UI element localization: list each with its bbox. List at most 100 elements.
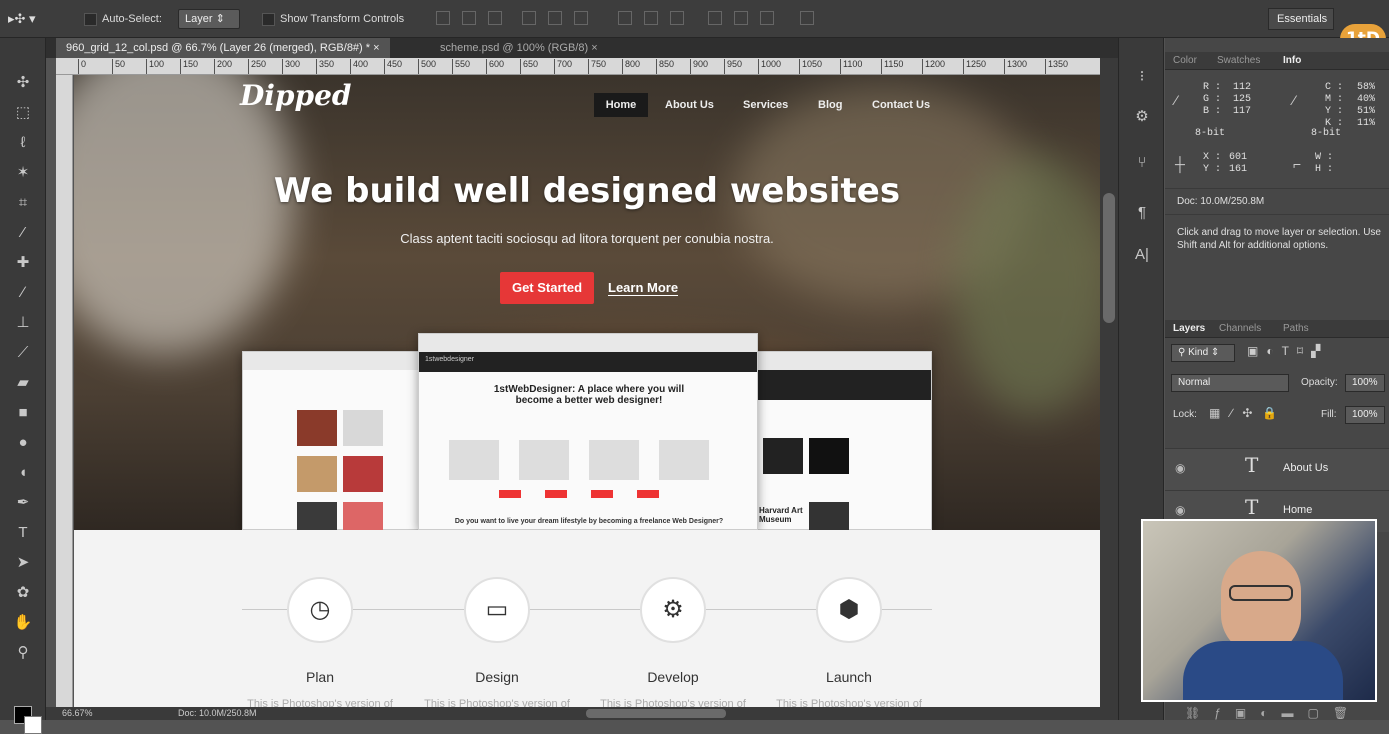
move-tool-preset-icon[interactable]: ▸✣ ▾ bbox=[8, 9, 36, 29]
history-brush-tool-icon[interactable]: ⟋ bbox=[0, 338, 46, 368]
brush-tool-icon[interactable]: ∕ bbox=[0, 278, 46, 308]
distribute-bottom-icon[interactable] bbox=[670, 11, 684, 25]
learn-more-link[interactable]: Learn More bbox=[608, 280, 679, 296]
tab-layers[interactable]: Layers bbox=[1173, 323, 1205, 334]
fill-field[interactable]: 100% bbox=[1345, 406, 1385, 424]
tab-color[interactable]: Color bbox=[1173, 55, 1197, 66]
ruler-mark: 550 bbox=[452, 59, 470, 74]
vertical-scrollbar[interactable] bbox=[1100, 58, 1118, 707]
options-bar: ▸✣ ▾ Auto-Select: Layer ⇕ Show Transform… bbox=[0, 0, 1389, 38]
eyedropper-tool-icon[interactable]: ⁄ bbox=[0, 218, 46, 248]
pen-tool-icon[interactable]: ✒ bbox=[0, 488, 46, 518]
nav-about-us[interactable]: About Us bbox=[665, 93, 714, 117]
align-top-icon[interactable] bbox=[436, 11, 450, 25]
tab-960-grid[interactable]: 960_grid_12_col.psd @ 66.7% (Layer 26 (m… bbox=[56, 38, 390, 58]
layer-filter-dropdown[interactable]: ⚲ Kind ⇕ bbox=[1171, 344, 1235, 362]
tools-panel: ✣ ⬚ ℓ ✶ ⌗ ⁄ ✚ ∕ ⊥ ⟋ ▰ ■ ● ◖ ✒ T ➤ ✿ ✋ ⚲ bbox=[0, 38, 46, 734]
tab-info[interactable]: Info bbox=[1283, 55, 1301, 66]
eraser-tool-icon[interactable]: ▰ bbox=[0, 368, 46, 398]
align-left-icon[interactable] bbox=[522, 11, 536, 25]
align-hcenter-icon[interactable] bbox=[548, 11, 562, 25]
blend-mode-dropdown[interactable]: Normal bbox=[1171, 374, 1289, 392]
history-panel-icon[interactable]: ⁝ bbox=[1119, 62, 1165, 92]
align-bottom-icon[interactable] bbox=[488, 11, 502, 25]
close-icon[interactable]: × bbox=[591, 42, 597, 54]
lock-icons[interactable]: ▦∕✣🔒 bbox=[1209, 406, 1287, 420]
properties-panel-icon[interactable]: ⚙ bbox=[1119, 102, 1165, 132]
get-started-button[interactable]: Get Started bbox=[500, 272, 594, 304]
layer-row-about-us[interactable]: ◉ T About Us bbox=[1165, 448, 1389, 490]
paragraph-panel-icon[interactable]: ¶ bbox=[1119, 198, 1165, 228]
process-desc: This is Photoshop's version of bbox=[247, 698, 393, 707]
opacity-field[interactable]: 100% bbox=[1345, 374, 1385, 392]
auto-select-target-dropdown[interactable]: Layer ⇕ bbox=[178, 9, 240, 29]
distribute-hcenter-icon[interactable] bbox=[734, 11, 748, 25]
eyedropper-icon: ⁄ bbox=[1293, 92, 1296, 108]
character-panel-icon[interactable]: A| bbox=[1119, 240, 1165, 270]
move-tool-icon[interactable]: ✣ bbox=[0, 68, 46, 98]
doc-size[interactable]: Doc: 10.0M/250.8M bbox=[178, 708, 257, 718]
brush-panel-icon[interactable]: ⑂ bbox=[1119, 148, 1165, 178]
hero-subline: Class aptent taciti sociosqu ad litora t… bbox=[400, 231, 774, 246]
gradient-tool-icon[interactable]: ■ bbox=[0, 398, 46, 428]
vertical-ruler bbox=[56, 75, 73, 707]
document-canvas[interactable]: Dipped Home About Us Services Blog Conta… bbox=[74, 75, 1100, 707]
hero-section: Dipped Home About Us Services Blog Conta… bbox=[74, 75, 1100, 538]
mockup-right-titlebar bbox=[743, 352, 931, 370]
info-hint: Click and drag to move layer or selectio… bbox=[1177, 227, 1381, 251]
eyedropper-icon: ⁄ bbox=[1175, 92, 1178, 108]
hand-tool-icon[interactable]: ✋ bbox=[0, 608, 46, 638]
workspace-dropdown[interactable]: Essentials bbox=[1268, 8, 1334, 30]
distribute-left-icon[interactable] bbox=[708, 11, 722, 25]
layer-filter-icons[interactable]: ▣◐T⌑▞ bbox=[1247, 344, 1328, 358]
magic-wand-tool-icon[interactable]: ✶ bbox=[0, 158, 46, 188]
blur-tool-icon[interactable]: ● bbox=[0, 428, 46, 458]
gear-icon: ⚙ bbox=[640, 577, 706, 643]
align-vcenter-icon[interactable] bbox=[462, 11, 476, 25]
healing-brush-tool-icon[interactable]: ✚ bbox=[0, 248, 46, 278]
close-icon[interactable]: × bbox=[373, 42, 379, 54]
selection-size-icon: ⌐ bbox=[1293, 156, 1302, 172]
auto-select-label: Auto-Select: bbox=[102, 13, 162, 25]
nav-blog[interactable]: Blog bbox=[818, 93, 842, 117]
tab-swatches[interactable]: Swatches bbox=[1217, 55, 1260, 66]
eye-icon[interactable]: ◉ bbox=[1175, 503, 1185, 517]
type-tool-icon[interactable]: T bbox=[0, 518, 46, 548]
zoom-level[interactable]: 66.67% bbox=[62, 708, 93, 718]
auto-select-checkbox[interactable]: Auto-Select: bbox=[84, 9, 162, 29]
marquee-tool-icon[interactable]: ⬚ bbox=[0, 98, 46, 128]
distribute-top-icon[interactable] bbox=[618, 11, 632, 25]
ruler-mark: 250 bbox=[248, 59, 266, 74]
clone-stamp-tool-icon[interactable]: ⊥ bbox=[0, 308, 46, 338]
info-m: 40% bbox=[1357, 94, 1376, 105]
distribute-vcenter-icon[interactable] bbox=[644, 11, 658, 25]
background-color-swatch[interactable] bbox=[24, 716, 42, 734]
auto-align-icon[interactable] bbox=[800, 11, 814, 25]
path-selection-tool-icon[interactable]: ➤ bbox=[0, 548, 46, 578]
layer-footer-icons[interactable]: ⛓ƒ▣◐▬▢🗑 bbox=[1185, 706, 1362, 720]
vertical-scroll-thumb[interactable] bbox=[1103, 193, 1115, 323]
tab-channels[interactable]: Channels bbox=[1219, 323, 1261, 334]
tab-scheme-label: scheme.psd @ 100% (RGB/8) bbox=[440, 42, 589, 54]
eye-icon[interactable]: ◉ bbox=[1175, 461, 1185, 475]
ruler-mark: 150 bbox=[180, 59, 198, 74]
nav-services[interactable]: Services bbox=[743, 93, 788, 117]
zoom-tool-icon[interactable]: ⚲ bbox=[0, 638, 46, 668]
crop-tool-icon[interactable]: ⌗ bbox=[0, 188, 46, 218]
auto-select-check-icon[interactable] bbox=[84, 12, 97, 26]
ruler-mark: 1350 bbox=[1045, 59, 1068, 74]
lasso-tool-icon[interactable]: ℓ bbox=[0, 128, 46, 158]
tab-paths[interactable]: Paths bbox=[1283, 323, 1309, 334]
tab-scheme[interactable]: scheme.psd @ 100% (RGB/8) × bbox=[430, 38, 608, 58]
show-transform-check-icon[interactable] bbox=[262, 12, 275, 26]
nav-home[interactable]: Home bbox=[594, 93, 648, 117]
horizontal-scroll-thumb[interactable] bbox=[586, 709, 726, 718]
dodge-tool-icon[interactable]: ◖ bbox=[0, 458, 46, 488]
site-logo[interactable]: Dipped bbox=[240, 79, 351, 112]
nav-contact-us[interactable]: Contact Us bbox=[872, 93, 930, 117]
custom-shape-tool-icon[interactable]: ✿ bbox=[0, 578, 46, 608]
align-right-icon[interactable] bbox=[574, 11, 588, 25]
show-transform-checkbox[interactable]: Show Transform Controls bbox=[262, 9, 404, 29]
process-desc: This is Photoshop's version of bbox=[600, 698, 746, 707]
distribute-right-icon[interactable] bbox=[760, 11, 774, 25]
